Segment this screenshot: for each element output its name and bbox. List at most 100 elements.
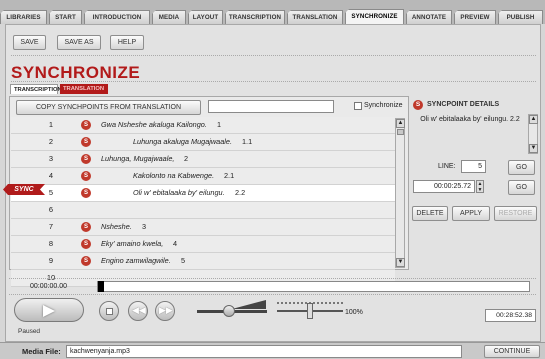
tab-synchronize[interactable]: SYNCHRONIZE [345,9,404,25]
tab-layout[interactable]: LAYOUT [188,10,223,24]
page-title: SYNCHRONIZE [11,63,141,82]
row-text: Gwa Nsheshe akaluga Kailongo. [101,120,207,129]
scroll-thumb[interactable] [397,129,404,135]
volume-knob[interactable] [222,305,235,317]
row-text: Kakolonto na Kabwenge. [133,171,215,180]
scroll-down-icon[interactable]: ▼ [529,144,538,153]
line-number-field[interactable]: 5 [461,160,486,173]
scroll-up-icon[interactable]: ▲ [529,115,538,124]
stop-icon [106,308,113,315]
save-button[interactable]: SAVE [13,35,46,50]
continue-button[interactable]: CONTINUE [484,345,540,358]
list-item[interactable]: 8 S Eky' amaino kwela, 4 [11,236,395,253]
tab-libraries[interactable]: LIBRARIES [0,10,47,24]
media-file-label: Media File: [22,347,61,356]
details-header: SYNCPOINT DETAILS [427,101,500,108]
row-number: 9 [48,256,54,265]
time-field[interactable]: 00:00:25.72 [413,180,475,193]
row-segment-number: 1.1 [242,137,253,146]
media-file-field[interactable]: kachwenyanja.mp3 [66,345,462,358]
syncpoint-marker-icon[interactable]: S [81,120,91,130]
time-stepper[interactable]: ▲ ▼ [476,180,484,193]
stop-button[interactable] [99,301,119,321]
delete-button[interactable]: DELETE [412,206,448,221]
row-segment-number: 3 [142,222,147,231]
scroll-down-icon[interactable]: ▼ [396,258,405,267]
syncpoint-marker-icon[interactable]: S [81,171,91,181]
timeline-cursor[interactable] [98,281,104,292]
speed-knob[interactable] [307,303,313,319]
tab-media[interactable]: MEDIA [152,10,186,24]
playback-status: Paused [18,328,41,335]
list-item[interactable]: 5 S Oli w' ebitalaaka by' eilungu. 2.2 [11,185,395,202]
tab-start[interactable]: START [49,10,82,24]
fast-forward-button[interactable]: ▶▶ [155,301,175,321]
row-text: Engino zamwilagwile. [101,256,171,265]
scroll-up-icon[interactable]: ▲ [396,119,405,128]
syncpoint-marker-icon[interactable]: S [81,188,91,198]
zoom-level: 100% [345,309,363,316]
tab-preview[interactable]: PREVIEW [454,10,496,24]
play-button[interactable] [14,298,84,322]
syncpoint-marker-icon[interactable]: S [81,154,91,164]
row-text: Luhunga, Mugajwaale, [101,154,175,163]
syncpoint-marker-icon[interactable]: S [81,256,91,266]
row-number: 6 [48,205,54,214]
list-item[interactable]: 9 S Engino zamwilagwile. 5 [11,253,395,270]
synchronize-checkbox[interactable] [354,102,362,110]
divider [9,294,536,295]
duration-field: 00:28:52.38 [485,309,536,322]
synchronize-label: Synchronize [364,102,403,109]
go-time-button[interactable]: GO [508,180,535,195]
tab-annotate[interactable]: ANNOTATE [406,10,452,24]
sync-badge: SYNC [3,184,45,195]
save-as-button[interactable]: SAVE AS [57,35,101,50]
subtab-transcription[interactable]: TRANSCRIPTION [10,84,62,94]
list-item[interactable]: 3 S Luhunga, Mugajwaale, 2 [11,151,395,168]
tab-introduction[interactable]: INTRODUCTION [84,10,150,24]
tab-publish[interactable]: PUBLISH [498,10,543,24]
syncpoint-icon: S [413,100,423,110]
help-button[interactable]: HELP [110,35,144,50]
row-segment-number: 4 [173,239,178,248]
row-number: 8 [48,239,54,248]
restore-button[interactable]: RESTORE [494,206,537,221]
list-item[interactable]: 1 S Gwa Nsheshe akaluga Kailongo. 1 [11,117,395,134]
syncpoint-marker-icon[interactable]: S [81,239,91,249]
list-item[interactable]: 4 S Kakolonto na Kabwenge. 2.1 [11,168,395,185]
go-line-button[interactable]: GO [508,160,535,175]
row-segment-number: 5 [181,256,186,265]
list-item[interactable]: 2 S Luhunga akaluga Mugajwaale. 1.1 [11,134,395,151]
play-icon [43,305,55,317]
list-item[interactable]: 6 [11,202,395,219]
rewind-icon: ◀◀ [132,305,146,315]
copy-synchpoints-button[interactable]: COPY SYNCHPOINTS FROM TRANSLATION [16,100,201,115]
row-text: Nsheshe. [101,222,132,231]
list-scrollbar[interactable]: ▲ ▼ [395,118,405,268]
divider [9,278,536,279]
row-number: 1 [48,120,54,129]
row-text: Eky' amaino kwela, [101,239,164,248]
row-text: Oli w' ebitalaaka by' eilungu. [133,188,225,197]
subtab-translation[interactable]: TRANSLATION [60,84,108,94]
row-segment-number: 2 [184,154,189,163]
syncpoint-marker-icon[interactable]: S [81,222,91,232]
details-text: Oli w' ebitalaaka by' eilungu. 2.2 [420,116,520,123]
tab-transcription[interactable]: TRANSCRIPTION [225,10,285,24]
timeline-track[interactable] [97,281,530,292]
line-label: LINE: [438,163,456,170]
row-segment-number: 1 [217,120,222,129]
row-number: 7 [48,222,54,231]
syncpoint-marker-icon[interactable]: S [81,137,91,147]
divider [11,81,536,82]
volume-ramp-icon [232,300,266,309]
rewind-button[interactable]: ◀◀ [128,301,148,321]
details-scrollbar[interactable]: ▲ ▼ [528,114,538,154]
row-text: Luhunga akaluga Mugajwaale. [133,137,232,146]
row-number: 2 [48,137,54,146]
row-segment-number: 2.1 [224,171,235,180]
copy-synchpoints-field[interactable] [208,100,334,113]
apply-button[interactable]: APPLY [452,206,490,221]
list-item[interactable]: 7 S Nsheshe. 3 [11,219,395,236]
tab-translation[interactable]: TRANSLATION [287,10,343,24]
